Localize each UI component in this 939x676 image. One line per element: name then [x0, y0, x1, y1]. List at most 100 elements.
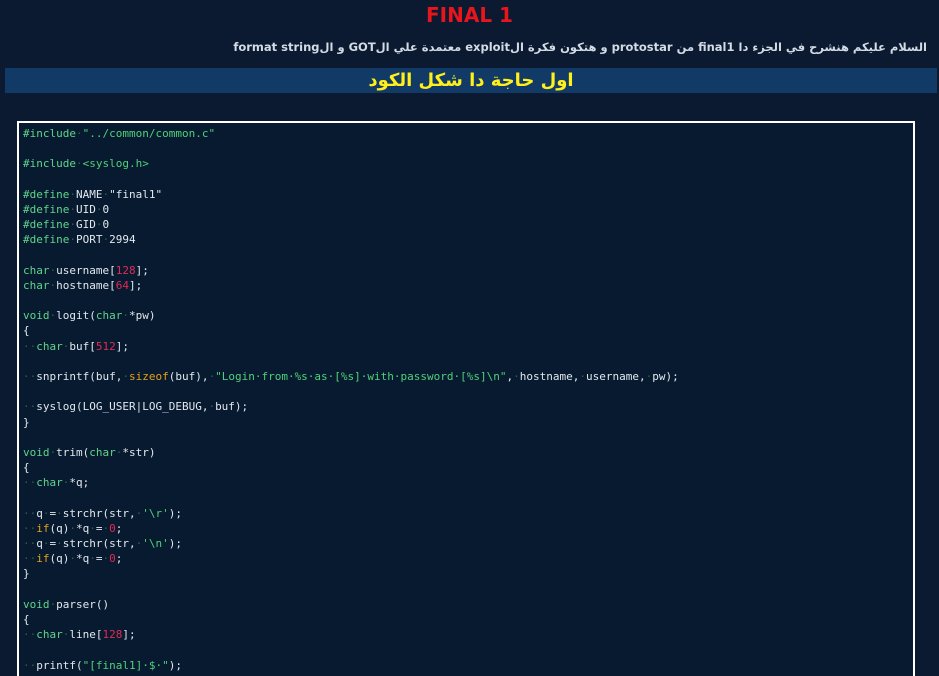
code-token: · — [42, 537, 50, 551]
code-token: <syslog.h> — [82, 157, 149, 171]
code-token: · — [69, 218, 76, 232]
code-token: *q — [76, 552, 90, 566]
code-token: char — [36, 628, 63, 642]
code-token: char — [23, 278, 50, 292]
code-token: 0 — [102, 202, 110, 216]
code-line: ··char·buf[512]; — [23, 339, 679, 354]
code-line: #define·NAME·"final1" — [23, 187, 679, 202]
code-token: } — [23, 415, 30, 429]
intro-text: السلام عليكم هنشرح في الجزء دا final1 من… — [233, 40, 927, 54]
code-token: ; — [115, 552, 123, 566]
code-token: trim( — [56, 445, 90, 459]
code-token: UID — [75, 202, 96, 216]
code-line: void·parser() — [23, 597, 679, 612]
code-token: char — [89, 445, 116, 459]
code-token: char — [36, 476, 63, 490]
code-token: · — [56, 506, 63, 520]
code-token: printf( — [36, 658, 83, 672]
code-line: #define·UID·0 — [23, 202, 679, 217]
code-line: ··syslog(LOG_USER|LOG_DEBUG,·buf); — [23, 399, 679, 414]
code-token: ]; — [128, 278, 143, 292]
code-token: username[ — [56, 263, 116, 277]
code-token: "../common/common.c" — [82, 127, 216, 140]
code-listing[interactable]: #include·"../common/common.c" #include·<… — [23, 126, 679, 673]
code-token: ); — [168, 506, 182, 520]
code-token: ·· — [23, 628, 37, 642]
code-line: void·logit(char·*pw) — [23, 308, 679, 323]
code-token: 512 — [95, 339, 116, 353]
code-line: void·trim(char·*str) — [23, 445, 679, 460]
code-line: ··char·line[128]; — [23, 627, 679, 642]
code-token: *q; — [69, 476, 90, 490]
code-token: '\r' — [142, 506, 169, 520]
code-token: char — [23, 263, 50, 277]
code-token: char — [36, 339, 63, 353]
code-line: #include·"../common/common.c" — [23, 126, 679, 141]
code-token: "[final1]·$·" — [82, 658, 169, 672]
code-token: ); — [168, 658, 182, 672]
code-token: void — [23, 309, 50, 323]
code-token: #include — [23, 127, 76, 140]
code-token: (q) — [49, 552, 70, 566]
code-token: ·· — [23, 506, 37, 520]
code-token: hostname[ — [56, 278, 116, 292]
code-line: } — [23, 415, 679, 430]
code-token: #define — [23, 202, 70, 216]
code-token: *q — [76, 521, 90, 535]
code-token: 0 — [102, 218, 110, 232]
code-line: #include·<syslog.h> — [23, 156, 679, 171]
code-token: char — [95, 309, 123, 323]
code-line: #define·GID·0 — [23, 217, 679, 232]
code-token: hostname, — [519, 370, 580, 383]
code-token: snprintf(buf, — [36, 370, 123, 383]
code-line: ··q·=·strchr(str,·'\r'); — [23, 506, 679, 521]
code-line: { — [23, 612, 679, 627]
code-token: · — [579, 370, 586, 383]
code-token: syslog(LOG_USER|LOG_DEBUG, — [36, 400, 209, 414]
code-token: #define — [23, 187, 70, 201]
code-line: char·hostname[64]; — [23, 278, 679, 293]
code-line: char·username[128]; — [23, 263, 679, 278]
code-token: "Login·from·%s·as·[%s]·with·password·[%s… — [215, 370, 507, 383]
page-title: FINAL 1 — [426, 3, 513, 27]
code-token: · — [75, 127, 83, 140]
code-token: logit( — [56, 309, 96, 323]
code-line: { — [23, 323, 679, 338]
code-token: · — [56, 537, 63, 551]
code-token: ·· — [23, 476, 37, 490]
code-block[interactable]: #include·"../common/common.c" #include·<… — [17, 121, 915, 676]
code-token: 2994 — [109, 233, 136, 247]
code-token: ·· — [23, 339, 37, 353]
code-token: PORT — [75, 233, 103, 247]
code-token: · — [69, 552, 76, 566]
code-token: parser() — [56, 597, 110, 611]
code-token: · — [89, 552, 96, 566]
section-heading: اول حاجة دا شكل الكود — [368, 70, 574, 91]
code-token: ·· — [23, 537, 37, 551]
code-line: { — [23, 460, 679, 475]
code-token: void — [23, 445, 50, 459]
code-token: · — [69, 187, 76, 201]
code-token: · — [42, 506, 50, 520]
code-token: '\n' — [142, 537, 169, 551]
code-token: ); — [168, 537, 182, 551]
code-token: if — [36, 521, 50, 535]
code-token: · — [69, 202, 76, 216]
code-token: strchr(str, — [62, 506, 136, 520]
section-heading-bar: اول حاجة دا شكل الكود — [5, 68, 937, 93]
code-line: ··char·*q; — [23, 475, 679, 490]
code-token: sizeof — [128, 370, 169, 383]
code-token: void — [23, 597, 50, 611]
code-line: ··if(q)·*q·=·0; — [23, 551, 679, 566]
code-line: ··printf("[final1]·$·"); — [23, 658, 679, 673]
code-line: } — [23, 566, 679, 581]
code-token: ]; — [122, 628, 136, 642]
code-token: · — [69, 233, 76, 247]
